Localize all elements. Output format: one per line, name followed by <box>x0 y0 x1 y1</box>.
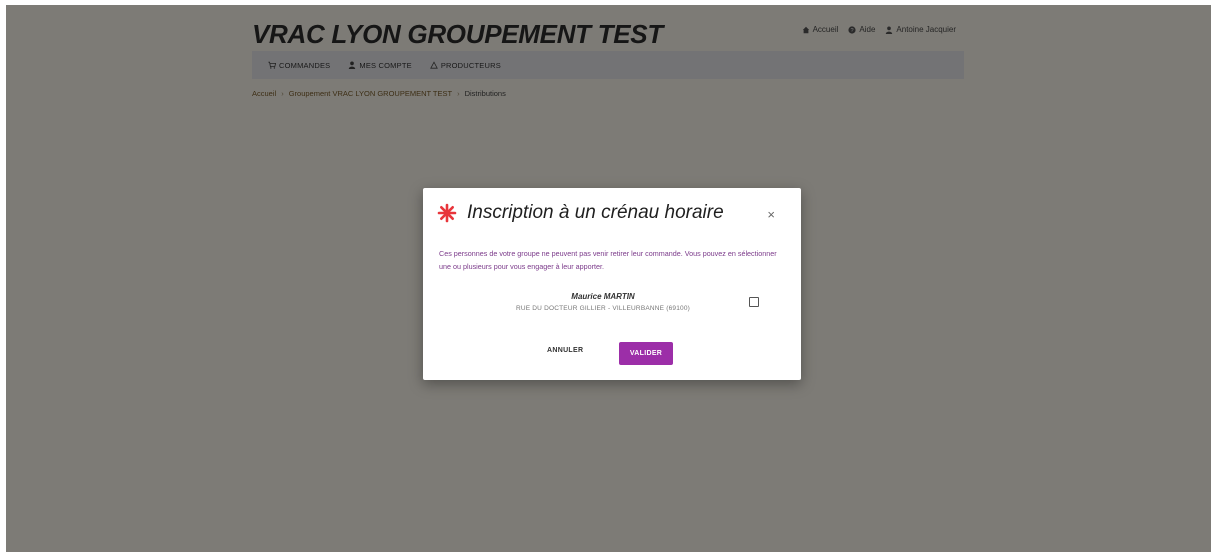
person-name: Maurice MARTIN <box>571 292 635 301</box>
slot-registration-modal: Inscription à un crénau horaire × Ces pe… <box>423 188 801 380</box>
modal-description: Ces personnes de votre groupe ne peuvent… <box>439 249 777 271</box>
person-select-checkbox[interactable] <box>749 297 759 307</box>
person-address: RUE DU DOCTEUR GILLIER - VILLEURBANNE (6… <box>515 305 691 312</box>
cancel-button[interactable]: ANNULER <box>547 347 583 354</box>
modal-title: Inscription à un crénau horaire <box>467 202 724 223</box>
person-entry: Maurice MARTIN RUE DU DOCTEUR GILLIER - … <box>483 292 723 312</box>
asterisk-icon <box>437 203 457 223</box>
validate-button[interactable]: VALIDER <box>619 342 673 365</box>
close-icon[interactable]: × <box>767 208 775 221</box>
modal-header: Inscription à un crénau horaire <box>437 202 724 224</box>
browser-frame: VRAC LYON GROUPEMENT TEST Accueil ? Aide… <box>0 0 1215 552</box>
